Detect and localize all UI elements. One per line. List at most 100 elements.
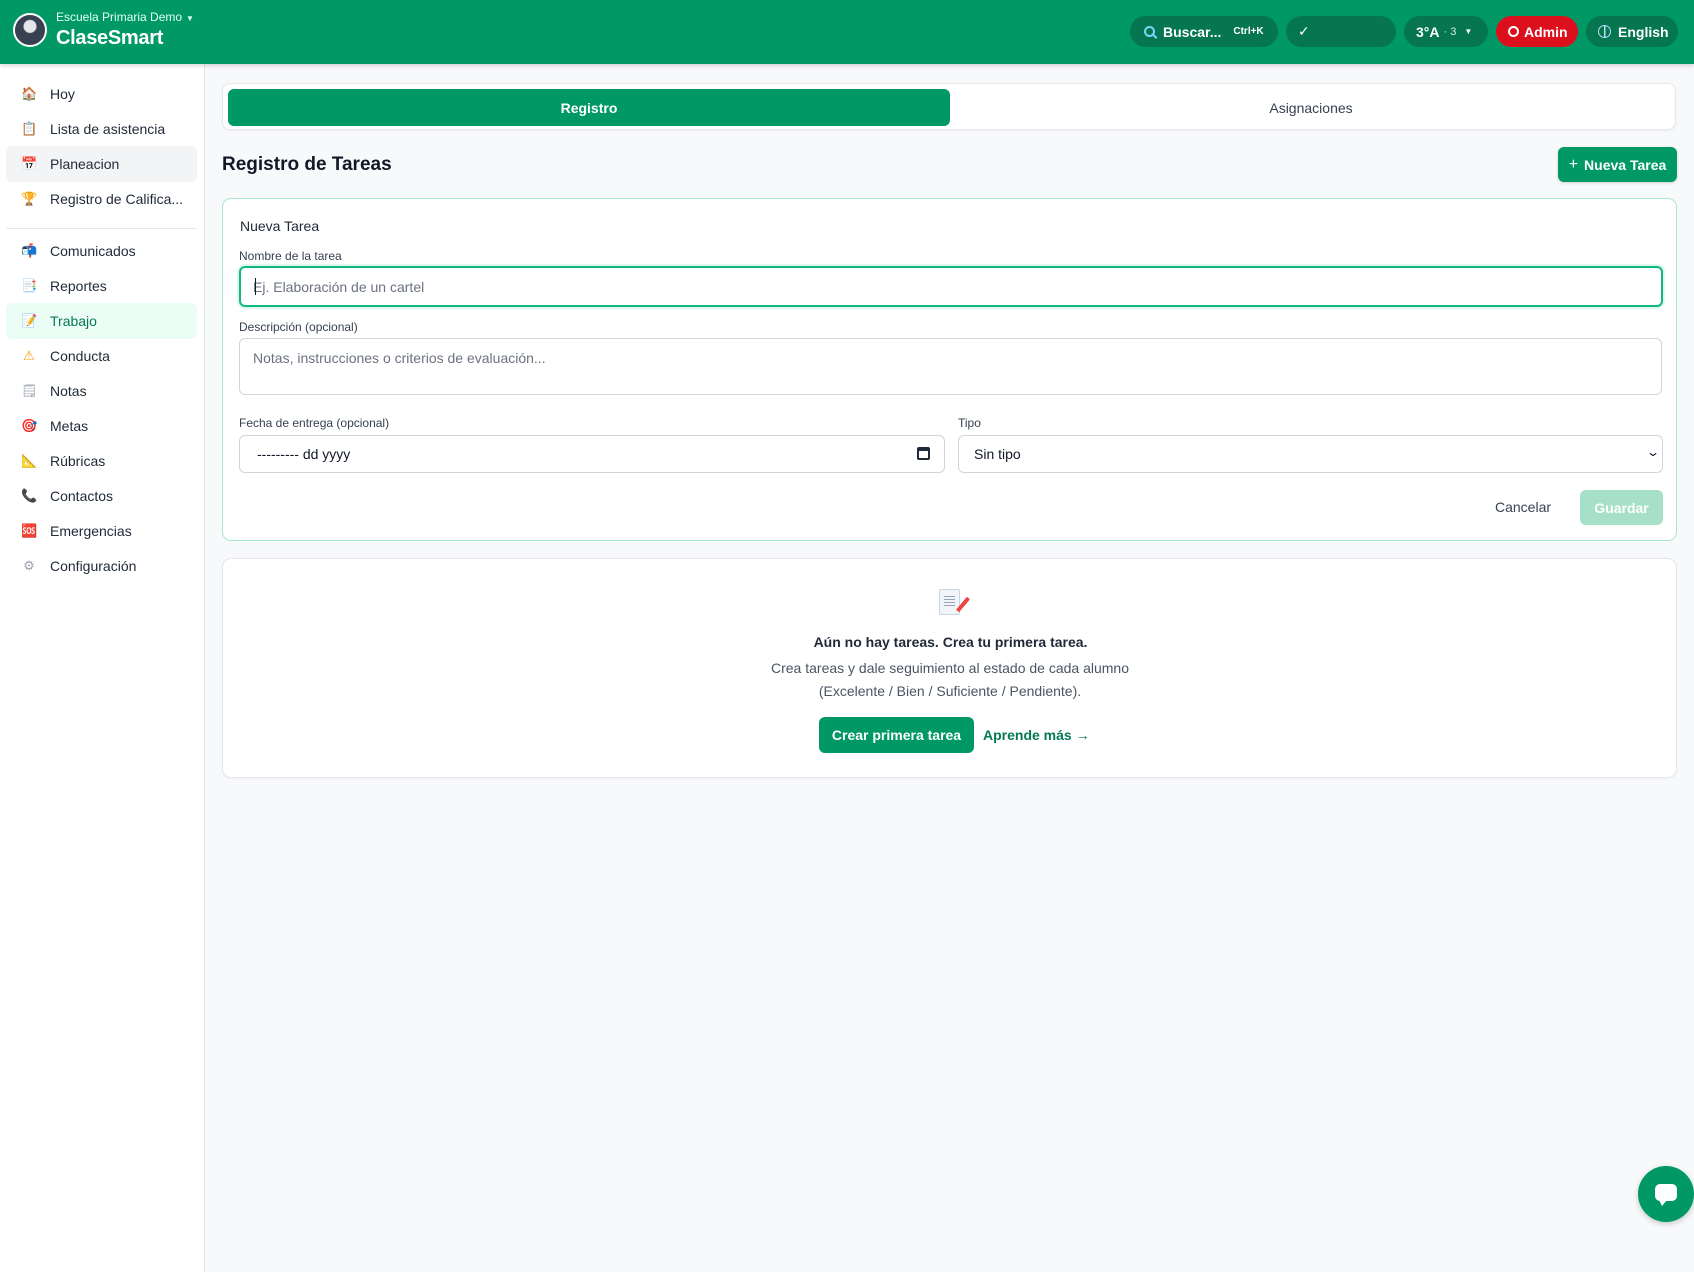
chat-bubble-icon bbox=[1655, 1184, 1677, 1206]
globe-icon bbox=[1598, 25, 1611, 38]
sidebar-item-emergencias[interactable]: 🆘 Emergencias bbox=[6, 513, 197, 549]
form-title: Nueva Tarea bbox=[240, 218, 320, 234]
plus-icon: + bbox=[1568, 155, 1579, 173]
class-label: 3°A bbox=[1416, 23, 1440, 40]
search-label: Buscar... bbox=[1163, 23, 1222, 40]
search-icon bbox=[1144, 26, 1155, 37]
class-selector[interactable]: 3°A · 3 ▼ bbox=[1404, 16, 1488, 47]
empty-description: Crea tareas y dale seguimiento al estado… bbox=[771, 660, 1129, 699]
power-icon bbox=[1508, 26, 1519, 37]
sidebar-item-planeacion[interactable]: 📅 Planeacion bbox=[6, 146, 197, 182]
new-task-form: Nueva Tarea Nombre de la tarea Ej. Elabo… bbox=[222, 198, 1677, 541]
sidebar-item-comunicados[interactable]: 📬 Comunicados bbox=[6, 233, 197, 269]
sidebar-item-label: Trabajo bbox=[50, 313, 97, 329]
type-value: Sin tipo bbox=[974, 446, 1021, 462]
calendar-icon[interactable] bbox=[917, 447, 930, 460]
type-select[interactable]: Sin tipo ⌄ bbox=[958, 435, 1663, 473]
house-icon: 🏠 bbox=[21, 86, 38, 101]
check-icon: ✓ bbox=[1298, 23, 1310, 39]
clipboard-icon: 📋 bbox=[21, 121, 38, 136]
page-title: Registro de Tareas bbox=[222, 154, 392, 175]
admin-label: Admin bbox=[1524, 23, 1568, 40]
task-name-label: Nombre de la tarea bbox=[239, 249, 342, 263]
due-date-input[interactable]: --------- dd yyyy bbox=[239, 435, 945, 473]
sidebar-item-configuracion[interactable]: ⚙ Configuración bbox=[6, 548, 197, 584]
empty-state: Aún no hay tareas. Crea tu primera tarea… bbox=[222, 558, 1677, 778]
empty-title: Aún no hay tareas. Crea tu primera tarea… bbox=[813, 634, 1088, 650]
learn-more-link[interactable]: Aprende más → bbox=[983, 727, 1090, 743]
school-avatar[interactable] bbox=[13, 13, 47, 47]
sidebar-item-metas[interactable]: 🎯 Metas bbox=[6, 408, 197, 444]
new-task-label: Nueva Tarea bbox=[1584, 156, 1667, 173]
sidebar-item-hoy[interactable]: 🏠 Hoy bbox=[6, 76, 197, 112]
search-button[interactable]: Buscar... Ctrl+K bbox=[1130, 16, 1278, 47]
sidebar-item-label: Rúbricas bbox=[50, 453, 106, 469]
school-selector[interactable]: Escuela Primaria Demo ▼ bbox=[56, 10, 194, 24]
sidebar-item-conducta[interactable]: ⚠ Conducta bbox=[6, 338, 197, 374]
app-brand: ClaseSmart bbox=[56, 27, 164, 49]
chevron-down-icon: ▼ bbox=[1464, 27, 1473, 36]
create-first-task-button[interactable]: Crear primera tarea bbox=[819, 717, 974, 753]
language-label: English bbox=[1618, 23, 1669, 40]
trophy-icon: 🏆 bbox=[21, 191, 38, 206]
description-label: Descripción (opcional) bbox=[239, 320, 358, 334]
tab-asignaciones[interactable]: Asignaciones bbox=[950, 89, 1672, 126]
chevron-down-icon: ⌄ bbox=[1645, 445, 1661, 459]
sidebar-item-calificaciones[interactable]: 🏆 Registro de Califica... bbox=[6, 181, 197, 217]
text-cursor bbox=[255, 278, 256, 295]
chat-button[interactable] bbox=[1638, 1166, 1694, 1222]
sidebar-item-label: Notas bbox=[50, 383, 87, 399]
top-bar: Escuela Primaria Demo ▼ ClaseSmart Buscar… bbox=[0, 0, 1694, 64]
sidebar-item-rubricas[interactable]: 📐 Rúbricas bbox=[6, 443, 197, 479]
memo-icon bbox=[939, 589, 960, 615]
sidebar-item-label: Comunicados bbox=[50, 243, 136, 259]
cancel-button[interactable]: Cancelar bbox=[1493, 499, 1553, 515]
admin-button[interactable]: Admin bbox=[1496, 16, 1578, 47]
task-name-input[interactable]: Ej. Elaboración de un cartel bbox=[239, 266, 1663, 307]
ruler-icon: 📐 bbox=[21, 453, 38, 468]
warning-icon: ⚠ bbox=[23, 348, 35, 363]
tab-registro[interactable]: Registro bbox=[228, 89, 950, 126]
save-button[interactable]: Guardar bbox=[1580, 490, 1663, 525]
due-date-value: --------- dd yyyy bbox=[257, 446, 351, 462]
sidebar-item-reportes[interactable]: 📑 Reportes bbox=[6, 268, 197, 304]
sidebar-item-label: Metas bbox=[50, 418, 89, 434]
calendar-icon: 📅 bbox=[21, 156, 38, 171]
sidebar-item-label: Configuración bbox=[50, 558, 137, 574]
sidebar-divider bbox=[6, 228, 197, 229]
sidebar-item-notas[interactable]: 🗒 Notas bbox=[6, 373, 197, 409]
mailbox-icon: 📬 bbox=[21, 243, 38, 258]
sidebar-item-label: Hoy bbox=[50, 86, 75, 102]
task-name-placeholder: Ej. Elaboración de un cartel bbox=[253, 279, 425, 295]
sos-icon: 🆘 bbox=[21, 523, 38, 538]
sidebar-item-label: Reportes bbox=[50, 278, 107, 294]
school-name: Escuela Primaria Demo bbox=[56, 10, 183, 24]
sidebar-item-label: Lista de asistencia bbox=[50, 121, 166, 137]
sidebar: 🏠 Hoy 📋 Lista de asistencia 📅 Planeacion… bbox=[0, 64, 205, 1272]
status-check-button[interactable]: ✓ bbox=[1286, 16, 1396, 47]
memo-icon: 📝 bbox=[21, 313, 38, 328]
sidebar-item-asistencia[interactable]: 📋 Lista de asistencia bbox=[6, 111, 197, 147]
target-icon: 🎯 bbox=[21, 418, 38, 433]
sidebar-item-label: Registro de Califica... bbox=[50, 191, 184, 207]
gear-icon: ⚙ bbox=[23, 558, 35, 573]
chevron-down-icon: ▼ bbox=[186, 14, 194, 23]
sidebar-item-label: Contactos bbox=[50, 488, 114, 504]
phone-icon: 📞 bbox=[21, 488, 38, 503]
notepad-icon: 🗒 bbox=[21, 383, 38, 398]
class-count: · 3 bbox=[1443, 25, 1457, 38]
due-date-label: Fecha de entrega (opcional) bbox=[239, 416, 390, 430]
language-button[interactable]: English bbox=[1586, 16, 1678, 47]
view-tabs: Registro Asignaciones bbox=[222, 83, 1676, 130]
sidebar-item-contactos[interactable]: 📞 Contactos bbox=[6, 478, 197, 514]
sidebar-item-label: Conducta bbox=[50, 348, 110, 364]
sidebar-item-trabajo[interactable]: 📝 Trabajo bbox=[6, 303, 197, 339]
new-task-button[interactable]: + Nueva Tarea bbox=[1558, 147, 1677, 182]
sidebar-item-label: Planeacion bbox=[50, 156, 120, 172]
sidebar-item-label: Emergencias bbox=[50, 523, 132, 539]
search-shortcut: Ctrl+K bbox=[1233, 26, 1264, 37]
report-icon: 📑 bbox=[21, 278, 38, 293]
description-textarea[interactable]: Notas, instrucciones o criterios de eval… bbox=[239, 338, 1662, 395]
type-label: Tipo bbox=[958, 416, 981, 430]
description-placeholder: Notas, instrucciones o criterios de eval… bbox=[253, 350, 546, 366]
